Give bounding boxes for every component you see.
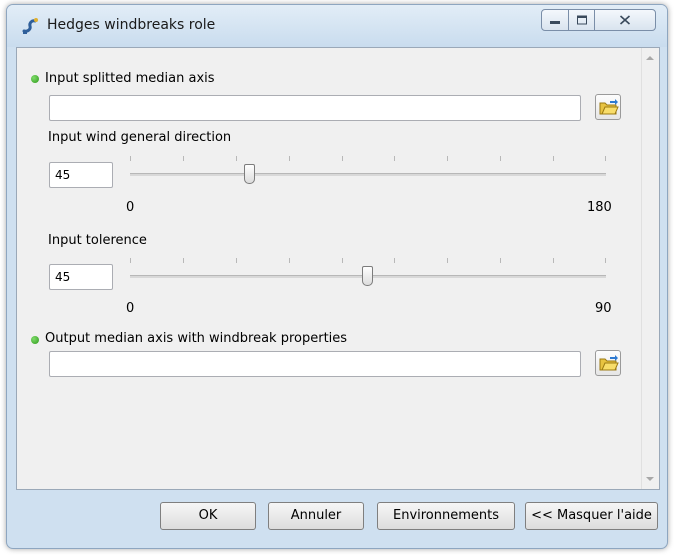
slider-tick bbox=[289, 258, 290, 263]
wind-direction-max: 180 bbox=[587, 200, 612, 215]
slider-tick bbox=[500, 258, 501, 263]
tolerance-max: 90 bbox=[595, 301, 612, 316]
wind-direction-label: Input wind general direction bbox=[48, 130, 232, 145]
wind-direction-field[interactable]: 45 bbox=[49, 162, 113, 188]
open-folder-icon bbox=[599, 355, 619, 371]
scroll-up-icon[interactable] bbox=[646, 56, 654, 60]
slider-tick bbox=[236, 156, 237, 161]
slider-tick bbox=[394, 258, 395, 263]
slider-tick bbox=[183, 156, 184, 161]
slider-tick bbox=[605, 156, 606, 161]
input-axis-field[interactable] bbox=[49, 95, 581, 121]
vertical-scrollbar[interactable] bbox=[641, 48, 659, 489]
tolerance-slider[interactable] bbox=[130, 258, 606, 294]
window-title: Hedges windbreaks role bbox=[47, 17, 216, 33]
minimize-icon bbox=[550, 21, 560, 24]
close-button[interactable] bbox=[594, 9, 656, 31]
output-axis-field[interactable] bbox=[49, 351, 581, 377]
dialog-window: Hedges windbreaks role Input splitted me… bbox=[6, 4, 668, 549]
wind-direction-min: 0 bbox=[126, 200, 135, 215]
ok-button[interactable]: OK bbox=[160, 502, 256, 530]
slider-tick bbox=[447, 258, 448, 263]
parameters-panel: Input splitted median axis Input wind ge… bbox=[16, 47, 660, 490]
wind-direction-slider-thumb[interactable] bbox=[244, 164, 255, 184]
tolerance-label: Input tolerence bbox=[48, 233, 147, 248]
slider-tick bbox=[553, 156, 554, 161]
output-axis-label: Output median axis with windbreak proper… bbox=[45, 331, 348, 346]
slider-tick bbox=[553, 258, 554, 263]
maximize-icon bbox=[576, 15, 587, 25]
hide-help-button[interactable]: << Masquer l'aide bbox=[525, 502, 658, 530]
wind-direction-slider[interactable] bbox=[130, 156, 606, 192]
tolerance-slider-thumb[interactable] bbox=[362, 266, 373, 286]
slider-tick bbox=[342, 156, 343, 161]
slider-tick bbox=[130, 156, 131, 161]
slider-tick bbox=[447, 156, 448, 161]
close-icon bbox=[619, 15, 631, 25]
input-axis-label: Input splitted median axis bbox=[45, 71, 215, 86]
slider-tick bbox=[130, 258, 131, 263]
required-bullet-icon bbox=[31, 336, 39, 344]
maximize-button[interactable] bbox=[568, 9, 595, 31]
environments-button[interactable]: Environnements bbox=[377, 502, 515, 530]
output-axis-browse-button[interactable] bbox=[595, 350, 621, 376]
slider-tick bbox=[394, 156, 395, 161]
title-bar[interactable]: Hedges windbreaks role bbox=[7, 5, 667, 47]
slider-tick bbox=[289, 156, 290, 161]
slider-tick bbox=[342, 258, 343, 263]
slider-tick bbox=[605, 258, 606, 263]
input-axis-browse-button[interactable] bbox=[595, 94, 621, 120]
cancel-button[interactable]: Annuler bbox=[268, 502, 364, 530]
slider-track bbox=[130, 173, 606, 176]
open-folder-icon bbox=[599, 99, 619, 115]
slider-tick bbox=[500, 156, 501, 161]
required-bullet-icon bbox=[31, 75, 39, 83]
minimize-button[interactable] bbox=[541, 9, 569, 31]
tolerance-min: 0 bbox=[126, 301, 135, 316]
python-script-icon bbox=[22, 18, 38, 34]
slider-tick bbox=[183, 258, 184, 263]
scroll-down-icon[interactable] bbox=[646, 477, 654, 481]
tolerance-field[interactable]: 45 bbox=[49, 264, 113, 290]
slider-tick bbox=[236, 258, 237, 263]
